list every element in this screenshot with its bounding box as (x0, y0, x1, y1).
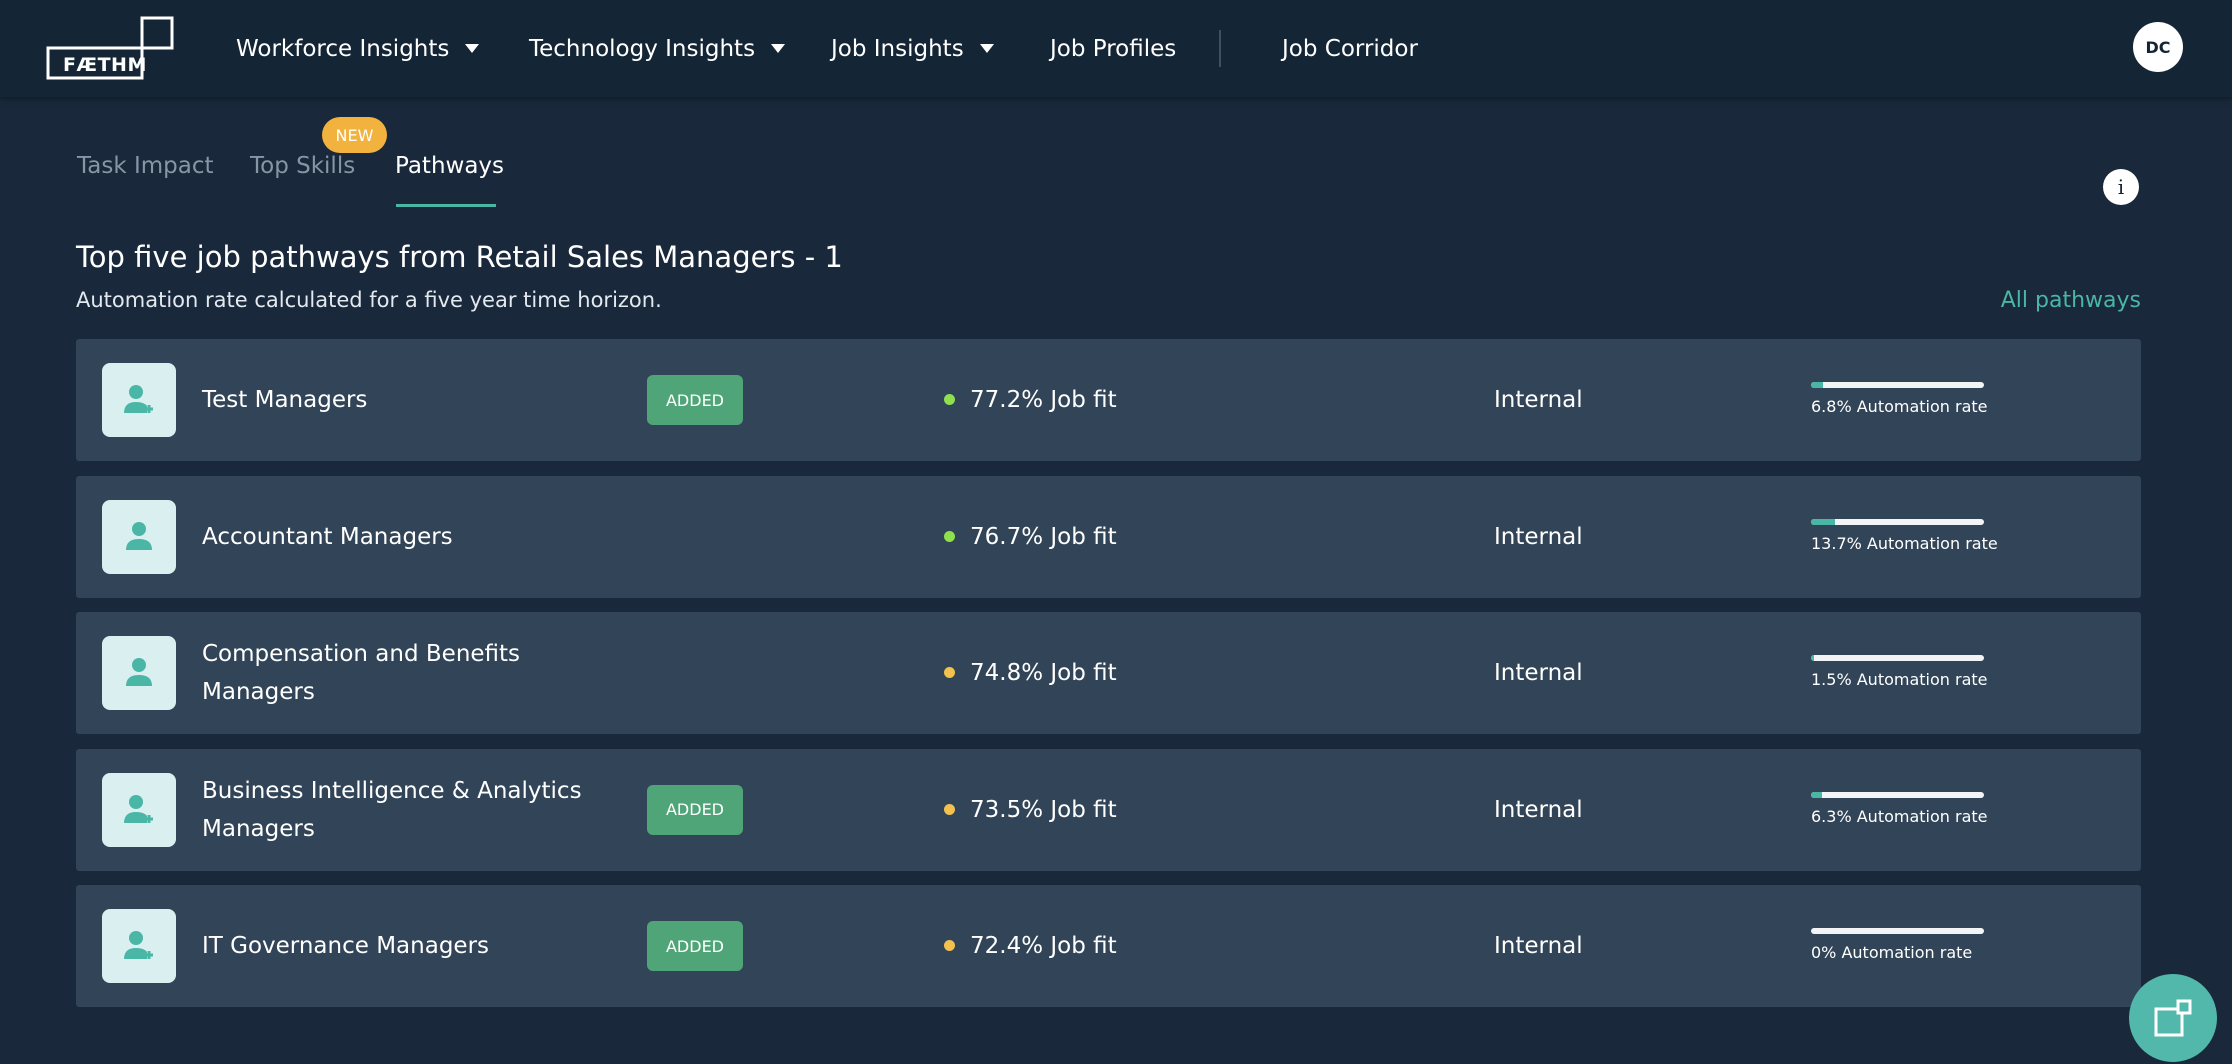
job-fit-dot (944, 803, 955, 815)
automation-rate: 1.5% Automation rate (1811, 670, 1988, 689)
job-fit-dot (944, 394, 955, 405)
user-icon (102, 499, 176, 574)
automation-bar (1811, 791, 1984, 798)
chevron-down-icon (771, 44, 786, 53)
chevron-down-icon (979, 44, 994, 53)
automation-rate: 0% Automation rate (1811, 943, 1973, 962)
open-external-icon (2154, 999, 2192, 1037)
nav-technology-insights[interactable]: Technology Insights (529, 0, 786, 97)
nav-label: Job Insights (831, 35, 964, 62)
nav-divider (1219, 30, 1221, 67)
all-pathways-link[interactable]: All pathways (2001, 288, 2141, 313)
nav-label: Job Profiles (1050, 35, 1177, 62)
job-fit: 77.2% Job fit (970, 387, 1117, 413)
nav-label: Job Corridor (1282, 35, 1418, 62)
nav-job-profiles[interactable]: Job Profiles (1050, 0, 1176, 97)
job-fit-dot (944, 667, 955, 678)
pathway-source: Internal (1494, 387, 1583, 413)
pathway-source: Internal (1494, 660, 1583, 686)
nav-workforce-insights[interactable]: Workforce Insights (236, 0, 480, 97)
automation-bar-fill (1811, 791, 1822, 798)
automation-bar (1811, 518, 1984, 525)
nav-label: Technology Insights (529, 35, 756, 62)
logo-text: FÆTHM (63, 54, 147, 76)
automation-bar-fill (1811, 518, 1835, 525)
automation-bar (1811, 928, 1984, 934)
nav-job-insights[interactable]: Job Insights (831, 0, 994, 97)
tab-task-impact[interactable]: Task Impact (77, 153, 214, 179)
tab-pathways[interactable]: Pathways (395, 153, 504, 179)
pathway-source: Internal (1494, 523, 1583, 550)
pathway-source: Internal (1494, 933, 1583, 959)
automation-rate: 6.8% Automation rate (1811, 397, 1988, 416)
job-fit-dot (944, 530, 955, 542)
chevron-down-icon (465, 44, 480, 53)
automation-rate: 6.3% Automation rate (1811, 806, 1988, 826)
user-add-icon (102, 909, 176, 983)
automation-bar (1811, 655, 1984, 661)
user-add-icon (102, 772, 176, 847)
pathways-list: Test Managers ADDED 77.2% Job fit Intern… (76, 339, 2141, 1022)
job-fit: 72.4% Job fit (970, 933, 1117, 959)
page-subtitle: Automation rate calculated for a five ye… (76, 288, 662, 312)
automation-bar-fill (1811, 655, 1814, 661)
pathway-row[interactable]: Compensation and Benefits Managers 74.8%… (76, 612, 2141, 734)
nav-label: Workforce Insights (236, 35, 450, 62)
expand-button[interactable] (2129, 974, 2217, 1062)
job-title[interactable]: IT Governance Managers (202, 885, 582, 1007)
job-title[interactable]: Business Intelligence & Analytics Manage… (202, 749, 582, 871)
page-title: Top five job pathways from Retail Sales … (76, 240, 843, 274)
pathway-row[interactable]: Business Intelligence & Analytics Manage… (76, 748, 2141, 871)
added-badge: ADDED (647, 921, 743, 971)
job-fit: 76.7% Job fit (970, 523, 1117, 550)
job-title[interactable]: Compensation and Benefits Managers (202, 612, 582, 734)
job-fit: 73.5% Job fit (970, 796, 1117, 823)
job-title[interactable]: Accountant Managers (202, 476, 582, 598)
pathway-source: Internal (1494, 796, 1583, 823)
job-fit: 74.8% Job fit (970, 660, 1117, 686)
user-avatar[interactable]: DC (2133, 22, 2183, 72)
nav-job-corridor[interactable]: Job Corridor (1282, 0, 1418, 97)
pathway-row[interactable]: Test Managers ADDED 77.2% Job fit Intern… (76, 339, 2141, 461)
job-title[interactable]: Test Managers (202, 339, 582, 461)
tab-top-skills[interactable]: Top Skills (250, 153, 355, 179)
automation-bar (1811, 382, 1984, 388)
user-add-icon (102, 363, 176, 437)
faethm-logo[interactable]: FÆTHM (46, 16, 176, 80)
top-navbar: FÆTHM Workforce Insights Technology Insi… (0, 0, 2232, 97)
job-fit-dot (944, 940, 955, 951)
info-icon[interactable]: i (2103, 169, 2139, 205)
user-icon (102, 636, 176, 710)
pathway-row[interactable]: Accountant Managers 76.7% Job fit Intern… (76, 475, 2141, 598)
added-badge: ADDED (647, 784, 743, 835)
automation-rate: 13.7% Automation rate (1811, 533, 1998, 553)
added-badge: ADDED (647, 375, 743, 425)
active-tab-indicator (396, 204, 496, 207)
new-badge: NEW (322, 117, 387, 153)
pathway-row[interactable]: IT Governance Managers ADDED 72.4% Job f… (76, 885, 2141, 1007)
automation-bar-fill (1811, 382, 1823, 388)
